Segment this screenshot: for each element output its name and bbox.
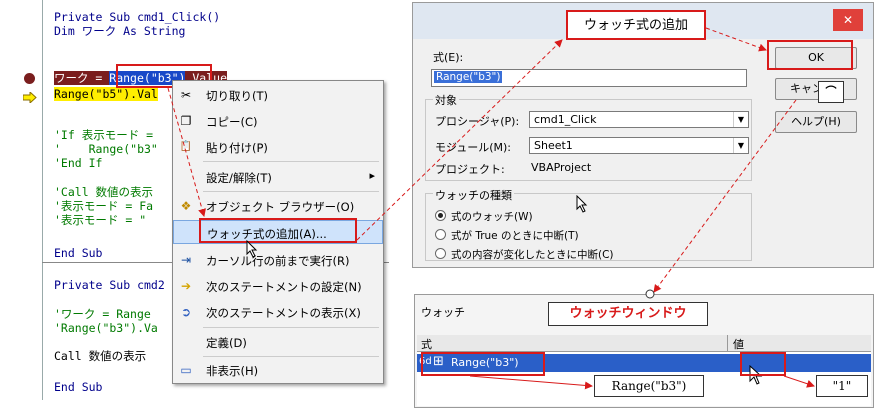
annotation-arrows xyxy=(167,27,815,390)
